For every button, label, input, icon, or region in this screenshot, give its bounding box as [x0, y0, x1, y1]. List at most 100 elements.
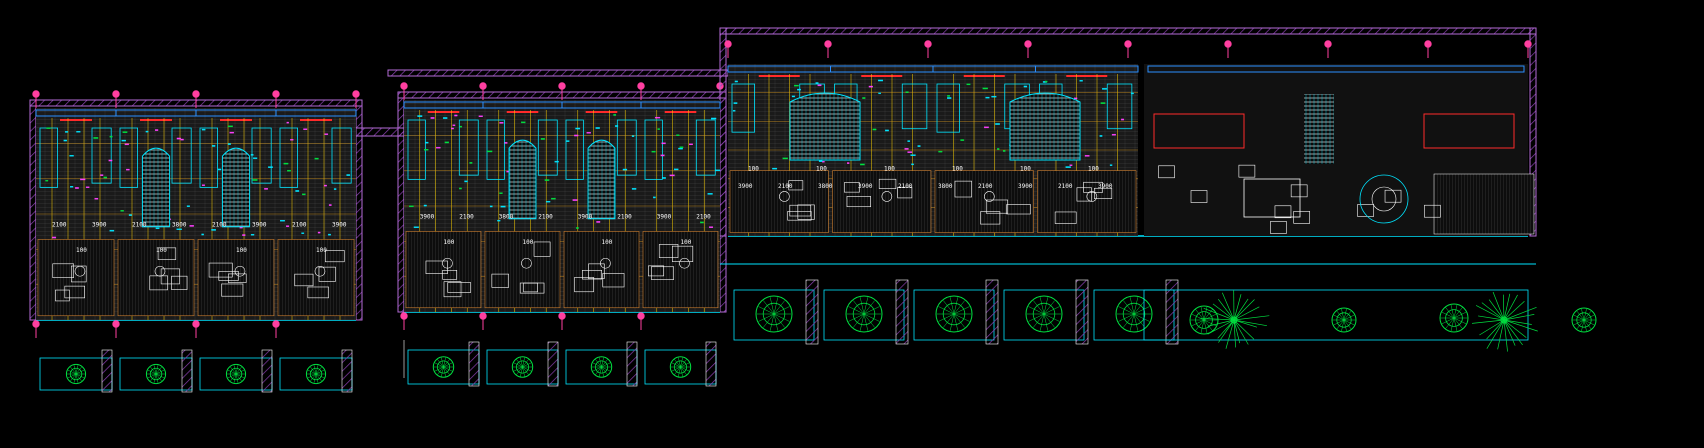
fixture-mark	[689, 143, 693, 146]
fixture-mark	[504, 142, 508, 144]
fixture-mark	[1121, 118, 1125, 121]
terrace-column	[637, 312, 645, 320]
palm-frond	[1233, 315, 1270, 321]
fixture-mark	[280, 219, 285, 222]
fixture-mark	[540, 138, 545, 140]
terrace-column	[558, 312, 566, 320]
fixture-mark	[995, 123, 1000, 125]
floor-plan-drawing: 2100 3900 2100 3800 2100 3900 2100 3900 100 100 10…	[29, 27, 1597, 393]
fixture-mark	[328, 204, 332, 206]
stair-core	[587, 139, 616, 220]
fixture-mark	[486, 150, 493, 153]
fixture-mark	[128, 214, 132, 216]
fixture-mark	[211, 145, 216, 147]
planter-shrub	[845, 295, 883, 333]
plant-leaf	[680, 366, 690, 372]
fixture-mark	[1002, 150, 1006, 152]
fixture-mark	[546, 200, 551, 203]
stair-core	[789, 92, 861, 161]
fixture-mark	[846, 162, 850, 164]
plant-leaf	[315, 373, 325, 379]
palm-frond	[1503, 293, 1511, 321]
fixture-mark	[69, 155, 74, 157]
plant-leaf	[953, 306, 970, 315]
palm-frond	[1233, 298, 1249, 321]
fixture-mark	[622, 168, 628, 171]
dimension-label: 100	[444, 239, 455, 246]
dimension-label: 100	[748, 166, 759, 173]
cad-floor-plan-canvas[interactable]: 2100 3900 2100 3800 2100 3900 2100 3900 100 100 10…	[0, 0, 1704, 448]
fixture-mark	[595, 127, 600, 129]
plant-leaf	[235, 369, 245, 375]
fixture-mark	[910, 154, 916, 156]
plant-leaf	[147, 373, 157, 379]
fixture-mark	[253, 157, 258, 159]
dimension-label: 3800	[172, 222, 187, 229]
dimension-label: 2100	[978, 183, 993, 190]
structural-column	[724, 40, 732, 48]
terrace-pier	[626, 341, 638, 387]
fixture-mark	[155, 129, 159, 131]
fixture-mark	[464, 180, 468, 183]
fixture-mark	[911, 163, 914, 166]
fixture-mark	[715, 169, 721, 172]
fixture-mark	[324, 133, 329, 135]
plant-leaf	[1043, 313, 1060, 322]
structural-column	[1524, 40, 1532, 48]
plant-leaf	[848, 313, 865, 322]
dimension-label: 100	[681, 239, 692, 246]
fixture-mark	[794, 84, 799, 87]
dimension-label: 2100	[696, 214, 711, 221]
plant-leaf	[67, 369, 77, 375]
terrace-pier	[985, 279, 999, 345]
stair-core	[508, 139, 537, 220]
fixture-mark	[709, 226, 714, 228]
fixture-mark	[700, 221, 704, 224]
fixture-mark	[268, 166, 273, 168]
fixture-mark	[651, 150, 656, 153]
fixture-mark	[186, 205, 190, 207]
fixture-mark	[1111, 133, 1116, 136]
fixture-mark	[155, 227, 160, 230]
fixture-mark	[176, 137, 181, 140]
fixture-mark	[424, 149, 429, 151]
dimension-label: 2100	[132, 222, 147, 229]
fixture-mark	[566, 140, 570, 142]
fixture-mark	[286, 121, 289, 124]
palm-frond	[1233, 306, 1260, 321]
fixture-mark	[1069, 164, 1073, 166]
plant-leaf	[1118, 306, 1135, 315]
fixture-mark	[250, 154, 254, 156]
plant-leaf	[758, 313, 775, 322]
fixture-mark	[772, 167, 778, 170]
terrace-pier	[805, 279, 819, 345]
fixture-mark	[657, 128, 660, 130]
fixture-mark	[554, 160, 559, 163]
fixture-mark	[732, 110, 736, 112]
terrace-pier	[261, 349, 273, 393]
plant-leaf	[592, 366, 602, 372]
fixture-mark	[818, 160, 823, 162]
dimension-label: 3900	[858, 183, 873, 190]
fixture-mark	[822, 160, 825, 163]
structural-column	[1224, 40, 1232, 48]
dimension-label: 3900	[738, 183, 753, 190]
palm-frond	[1497, 319, 1505, 350]
structural-column	[112, 90, 120, 98]
fixture-mark	[489, 205, 493, 208]
fixture-mark	[287, 169, 291, 172]
planter-shrub	[755, 295, 793, 333]
dimension-label: 3900	[92, 222, 107, 229]
planter-shrub	[511, 356, 534, 378]
west-wall	[397, 91, 405, 313]
fixture-mark	[85, 186, 90, 189]
plant-leaf	[307, 373, 317, 379]
fixture-mark	[436, 146, 441, 149]
dimension-label: 3900	[657, 214, 672, 221]
fixture-mark	[1109, 164, 1113, 166]
fixture-mark	[324, 184, 327, 187]
fixture-mark	[572, 199, 578, 201]
fixture-mark	[791, 95, 795, 98]
fixture-mark	[676, 134, 680, 136]
fixture-mark	[711, 117, 717, 120]
